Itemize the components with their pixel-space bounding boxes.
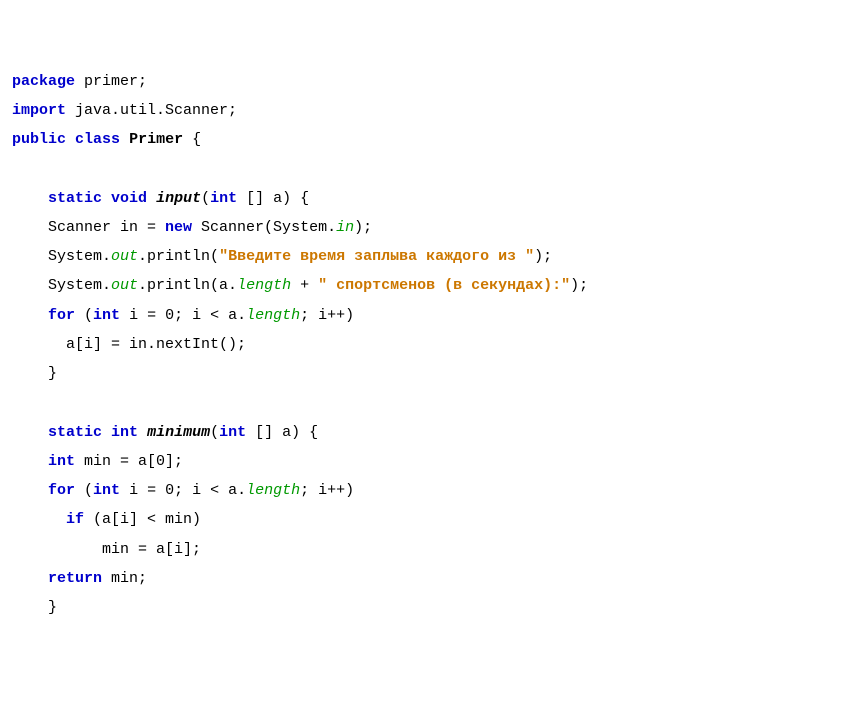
keyword-package: package: [12, 73, 75, 90]
keyword-int: int: [93, 307, 120, 324]
static-field: out: [111, 277, 138, 294]
code-text: System.: [12, 248, 111, 265]
code-text: {: [183, 131, 201, 148]
code-text: [] a) {: [246, 424, 318, 441]
code-text: Scanner(System.: [192, 219, 336, 236]
line-16: return min;: [12, 570, 147, 587]
code-text: min = a[0];: [75, 453, 183, 470]
static-field: out: [111, 248, 138, 265]
keyword-for: for: [48, 307, 75, 324]
code-text: i = 0; i < a.: [120, 482, 246, 499]
line-7: System.out.println(a.length + " спортсме…: [12, 277, 588, 294]
keyword-import: import: [12, 102, 66, 119]
string-literal: "Введите время заплыва каждого из ": [219, 248, 534, 265]
code-text: .println(: [138, 248, 219, 265]
line-14: if (a[i] < min): [12, 511, 201, 528]
static-field: length: [246, 482, 300, 499]
code-text: Scanner in =: [12, 219, 165, 236]
class-name: Primer: [129, 131, 183, 148]
keyword-public: public: [12, 131, 66, 148]
line-6: System.out.println("Введите время заплыв…: [12, 248, 552, 265]
code-text: (: [75, 307, 93, 324]
keyword-void: void: [111, 190, 147, 207]
keyword-int: int: [48, 453, 75, 470]
code-text: java.util.Scanner;: [66, 102, 237, 119]
keyword-int: int: [111, 424, 138, 441]
line-13: for (int i = 0; i < a.length; i++): [12, 482, 354, 499]
keyword-int: int: [219, 424, 246, 441]
string-literal: " спортсменов (в секундах):": [318, 277, 570, 294]
method-name: minimum: [147, 424, 210, 441]
static-field: length: [237, 277, 291, 294]
line-9: a[i] = in.nextInt();: [12, 336, 246, 353]
keyword-return: return: [48, 570, 102, 587]
code-text: );: [570, 277, 588, 294]
code-text: +: [291, 277, 318, 294]
code-text: primer;: [75, 73, 147, 90]
method-name: input: [156, 190, 201, 207]
code-text: min;: [102, 570, 147, 587]
line-10: }: [12, 365, 57, 382]
static-field: length: [246, 307, 300, 324]
code-text: ; i++): [300, 482, 354, 499]
line-4: static void input(int [] a) {: [12, 190, 309, 207]
line-15: min = a[i];: [12, 541, 201, 558]
code-text: );: [354, 219, 372, 236]
keyword-class: class: [75, 131, 120, 148]
code-text: (a[i] < min): [84, 511, 201, 528]
code-text: (: [201, 190, 210, 207]
keyword-if: if: [66, 511, 84, 528]
keyword-for: for: [48, 482, 75, 499]
static-field: in: [336, 219, 354, 236]
line-1: package primer;: [12, 73, 147, 90]
keyword-new: new: [165, 219, 192, 236]
keyword-int: int: [210, 190, 237, 207]
code-text: i = 0; i < a.: [120, 307, 246, 324]
line-11: static int minimum(int [] a) {: [12, 424, 318, 441]
code-text: [] a) {: [237, 190, 309, 207]
code-text: );: [534, 248, 552, 265]
code-block: package primer; import java.util.Scanner…: [12, 67, 852, 623]
keyword-int: int: [93, 482, 120, 499]
code-text: min = a[i];: [12, 541, 201, 558]
code-text: System.: [12, 277, 111, 294]
code-text: .println(a.: [138, 277, 237, 294]
code-text: a[i] = in.nextInt();: [12, 336, 246, 353]
line-8: for (int i = 0; i < a.length; i++): [12, 307, 354, 324]
line-5: Scanner in = new Scanner(System.in);: [12, 219, 372, 236]
code-text: (: [75, 482, 93, 499]
code-text: }: [12, 365, 57, 382]
code-text: }: [12, 599, 57, 616]
line-17: }: [12, 599, 57, 616]
keyword-static: static: [48, 190, 102, 207]
line-3: public class Primer {: [12, 131, 201, 148]
keyword-static: static: [48, 424, 102, 441]
line-2: import java.util.Scanner;: [12, 102, 237, 119]
line-12: int min = a[0];: [12, 453, 183, 470]
code-text: (: [210, 424, 219, 441]
code-text: ; i++): [300, 307, 354, 324]
